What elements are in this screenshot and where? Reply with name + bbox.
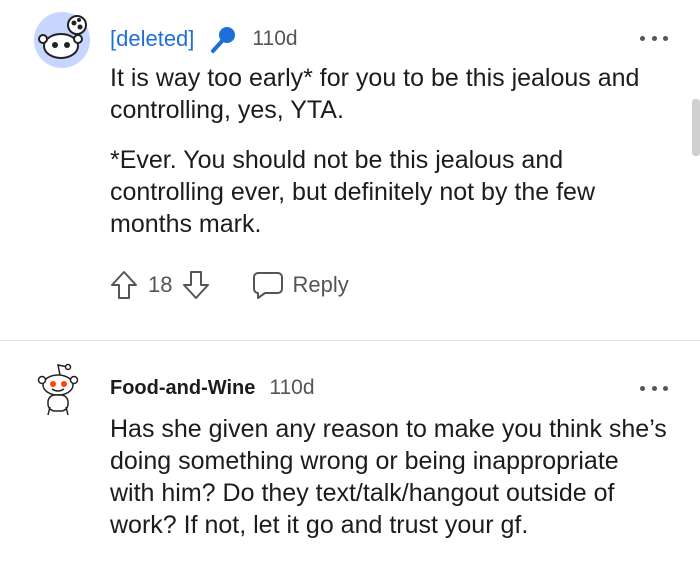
arrow-up-icon [111, 271, 137, 299]
upvote-button[interactable] [108, 269, 140, 301]
snoo-avatar-icon [37, 363, 79, 416]
vote-count: 18 [148, 272, 173, 297]
downvote-button[interactable] [180, 269, 212, 301]
reply-label: Reply [292, 272, 349, 297]
comment-author[interactable]: Food-and-Wine [110, 377, 255, 400]
comment: Food-and-Wine 110d Has she given any rea… [0, 341, 700, 583]
comment: [deleted] 110d It is way too early* for … [0, 0, 700, 340]
comment-paragraph: *Ever. You should not be this jealous an… [110, 146, 596, 238]
snoo-avatar-icon [34, 12, 90, 68]
reply-button[interactable]: Reply [252, 270, 349, 300]
scrollbar-thumb[interactable] [692, 99, 700, 156]
comment-age: 110d [269, 376, 315, 399]
comment-age: 110d [252, 27, 298, 50]
comment-author[interactable]: [deleted] [110, 26, 194, 52]
comment-body: It is way too early* for you to be this … [110, 62, 655, 240]
microphone-icon [208, 24, 238, 54]
comment-paragraph: Has she given any reason to make you thi… [110, 415, 667, 539]
user-avatar[interactable] [36, 363, 80, 417]
speech-bubble-icon [253, 272, 284, 299]
arrow-down-icon [183, 271, 210, 299]
user-avatar[interactable] [34, 12, 90, 68]
more-options-button[interactable] [640, 33, 668, 43]
more-options-button[interactable] [640, 383, 668, 393]
comment-paragraph: It is way too early* for you to be this … [110, 64, 640, 124]
comment-body: Has she given any reason to make you thi… [110, 413, 670, 541]
